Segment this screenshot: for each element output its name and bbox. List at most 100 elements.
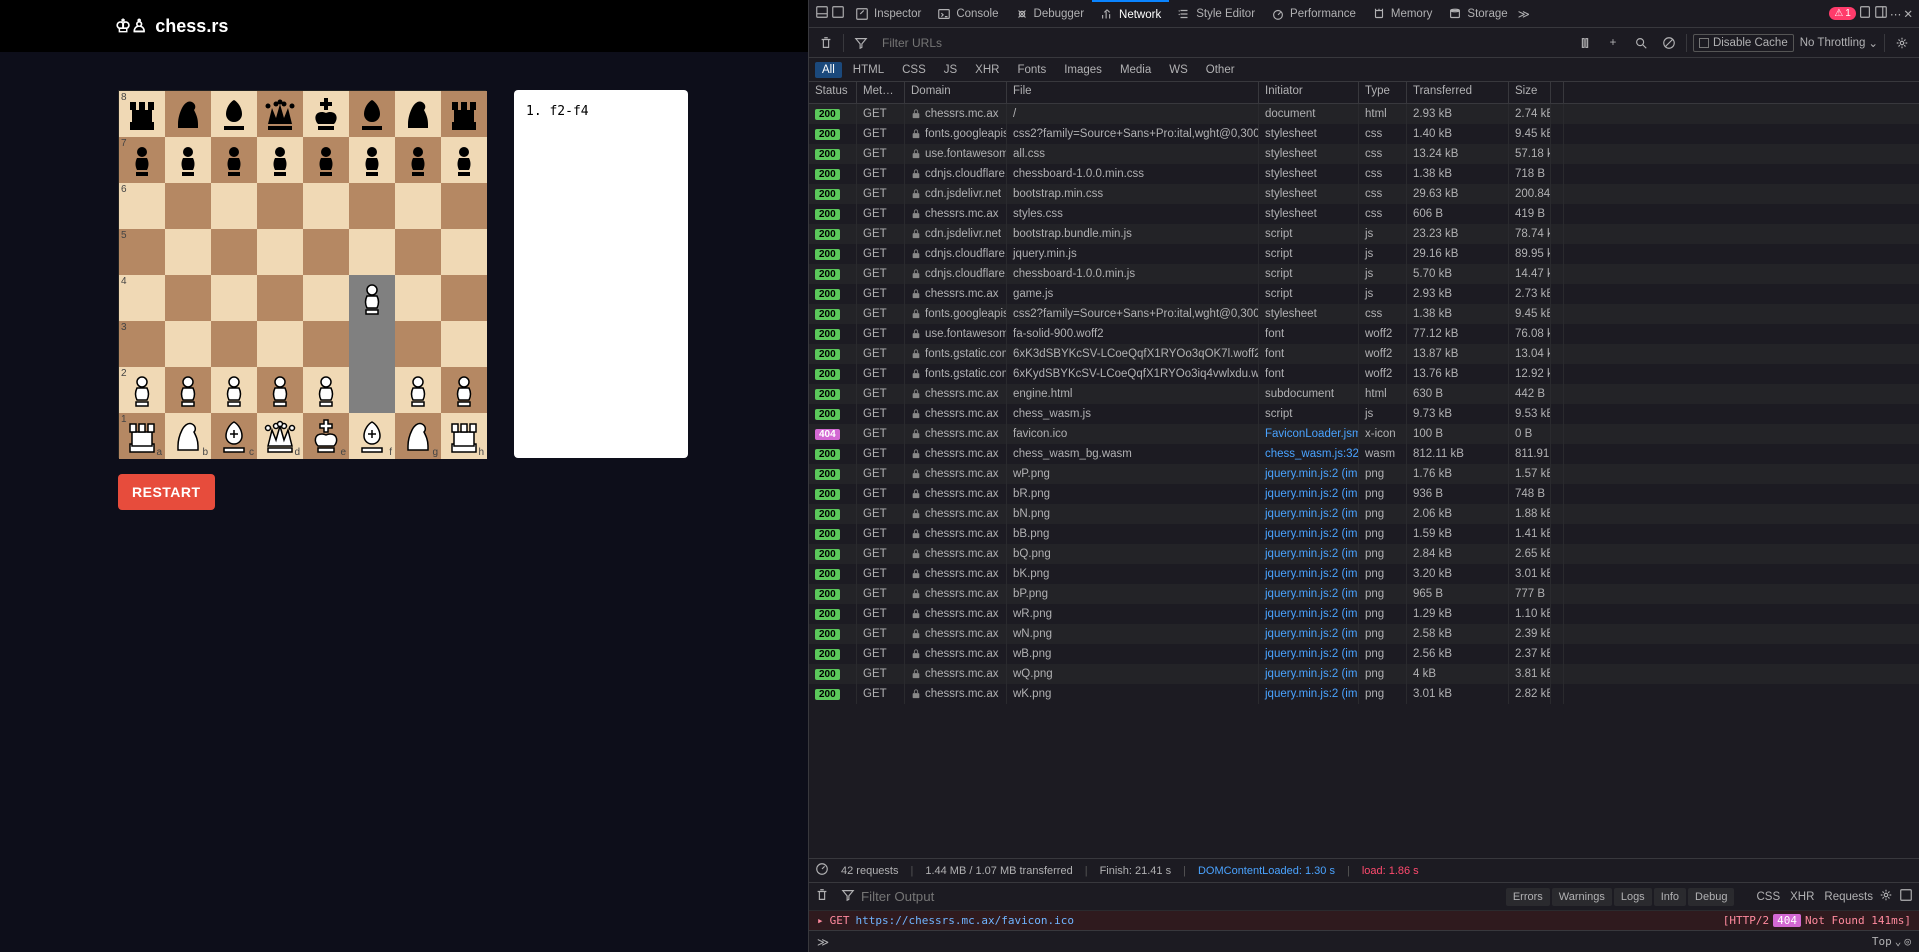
square-d2[interactable] xyxy=(257,367,303,413)
piece-bp[interactable] xyxy=(398,140,438,180)
square-a7[interactable]: 7 xyxy=(119,137,165,183)
piece-wp[interactable] xyxy=(168,370,208,410)
column-header-transferred[interactable]: Transferred xyxy=(1407,82,1509,103)
square-h2[interactable] xyxy=(441,367,487,413)
kebab-icon[interactable]: ⋯ xyxy=(1890,7,1902,21)
request-row[interactable]: 200GETchessrs.mc.axchess_wasm_bg.wasmche… xyxy=(809,444,1919,464)
filter-chip-xhr[interactable]: XHR xyxy=(968,62,1006,78)
square-h3[interactable] xyxy=(441,321,487,367)
piece-wp[interactable] xyxy=(444,370,484,410)
square-a2[interactable]: 2 xyxy=(119,367,165,413)
console-tab-warnings[interactable]: Warnings xyxy=(1552,888,1612,906)
filter-chip-images[interactable]: Images xyxy=(1057,62,1109,78)
square-c2[interactable] xyxy=(211,367,257,413)
piece-bn[interactable] xyxy=(168,94,208,134)
request-row[interactable]: 200GETfonts.gstatic.com6xK3dSBYKcSV-LCoe… xyxy=(809,344,1919,364)
piece-wq[interactable] xyxy=(260,416,300,456)
square-b8[interactable] xyxy=(165,91,211,137)
square-a8[interactable]: 8 xyxy=(119,91,165,137)
piece-bk[interactable] xyxy=(306,94,346,134)
piece-bn[interactable] xyxy=(398,94,438,134)
gear-icon[interactable] xyxy=(1891,32,1913,54)
square-c6[interactable] xyxy=(211,183,257,229)
square-e7[interactable] xyxy=(303,137,349,183)
square-d1[interactable]: d xyxy=(257,413,303,459)
filter-chip-all[interactable]: All xyxy=(815,62,842,78)
piece-bb[interactable] xyxy=(214,94,254,134)
square-f1[interactable]: f xyxy=(349,413,395,459)
square-g6[interactable] xyxy=(395,183,441,229)
square-g8[interactable] xyxy=(395,91,441,137)
piece-bp[interactable] xyxy=(306,140,346,180)
square-e1[interactable]: e xyxy=(303,413,349,459)
request-row[interactable]: 200GETchessrs.mc.axbR.pngjquery.min.js:2… xyxy=(809,484,1919,504)
request-row[interactable]: 200GETchessrs.mc.axbN.pngjquery.min.js:2… xyxy=(809,504,1919,524)
piece-wk[interactable] xyxy=(306,416,346,456)
column-header-waterfall[interactable] xyxy=(1551,82,1564,103)
square-d7[interactable] xyxy=(257,137,303,183)
gear-icon[interactable] xyxy=(1879,888,1893,905)
tab-inspector[interactable]: Inspector xyxy=(847,0,929,27)
request-row[interactable]: 200GETfonts.gstatic.com6xKydSBYKcSV-LCoe… xyxy=(809,364,1919,384)
request-row[interactable]: 200GETcdnjs.cloudflare.c...chessboard-1.… xyxy=(809,164,1919,184)
column-header-size[interactable]: Size xyxy=(1509,82,1551,103)
request-row[interactable]: 200GETchessrs.mc.axwR.pngjquery.min.js:2… xyxy=(809,604,1919,624)
context-selector[interactable]: Top ⌄ ◎ xyxy=(1872,935,1911,948)
disable-cache-checkbox[interactable]: Disable Cache xyxy=(1693,34,1794,52)
piece-bp[interactable] xyxy=(168,140,208,180)
square-c5[interactable] xyxy=(211,229,257,275)
request-row[interactable]: 200GETchessrs.mc.axbB.pngjquery.min.js:2… xyxy=(809,524,1919,544)
square-h8[interactable] xyxy=(441,91,487,137)
square-e3[interactable] xyxy=(303,321,349,367)
filter-chip-ws[interactable]: WS xyxy=(1162,62,1195,78)
square-g7[interactable] xyxy=(395,137,441,183)
request-row[interactable]: 404GETchessrs.mc.axfavicon.icoFaviconLoa… xyxy=(809,424,1919,444)
piece-wn[interactable] xyxy=(168,416,208,456)
piece-br[interactable] xyxy=(122,94,162,134)
filter-chip-html[interactable]: HTML xyxy=(846,62,891,78)
column-header-type[interactable]: Type xyxy=(1359,82,1407,103)
trash-icon[interactable] xyxy=(815,32,837,54)
square-c7[interactable] xyxy=(211,137,257,183)
square-f3[interactable] xyxy=(349,321,395,367)
square-a6[interactable]: 6 xyxy=(119,183,165,229)
square-f7[interactable] xyxy=(349,137,395,183)
square-c4[interactable] xyxy=(211,275,257,321)
request-row[interactable]: 200GETcdnjs.cloudflare.c...chessboard-1.… xyxy=(809,264,1919,284)
filter-output-input[interactable] xyxy=(861,889,1161,904)
trash-icon[interactable] xyxy=(815,888,829,905)
column-header-method[interactable]: Method xyxy=(857,82,905,103)
request-row[interactable]: 200GETchessrs.mc.axwQ.pngjquery.min.js:2… xyxy=(809,664,1919,684)
piece-wb[interactable] xyxy=(214,416,254,456)
square-f5[interactable] xyxy=(349,229,395,275)
request-row[interactable]: 200GETuse.fontawesom...all.cssstylesheet… xyxy=(809,144,1919,164)
request-row[interactable]: 200GETcdn.jsdelivr.netbootstrap.min.csss… xyxy=(809,184,1919,204)
request-row[interactable]: 200GETchessrs.mc.axbQ.pngjquery.min.js:2… xyxy=(809,544,1919,564)
dock-side-icon[interactable] xyxy=(1874,5,1888,22)
square-d8[interactable] xyxy=(257,91,303,137)
chessboard[interactable]: 87654321abcdefgh xyxy=(118,90,486,458)
square-c1[interactable]: c xyxy=(211,413,257,459)
restart-button[interactable]: RESTART xyxy=(118,474,215,510)
piece-br[interactable] xyxy=(444,94,484,134)
tab-debugger[interactable]: Debugger xyxy=(1007,0,1093,27)
request-row[interactable]: 200GETchessrs.mc.axgame.jsscriptjs2.93 k… xyxy=(809,284,1919,304)
block-icon[interactable] xyxy=(1658,32,1680,54)
console-tab-errors[interactable]: Errors xyxy=(1506,888,1550,906)
square-b5[interactable] xyxy=(165,229,211,275)
square-h5[interactable] xyxy=(441,229,487,275)
dock-icon[interactable] xyxy=(815,5,829,22)
square-b4[interactable] xyxy=(165,275,211,321)
square-e2[interactable] xyxy=(303,367,349,413)
square-b7[interactable] xyxy=(165,137,211,183)
console-error-line[interactable]: ▸ GET https://chessrs.mc.ax/favicon.ico … xyxy=(809,910,1919,930)
plus-icon[interactable]: + xyxy=(1602,32,1624,54)
square-g5[interactable] xyxy=(395,229,441,275)
piece-bp[interactable] xyxy=(444,140,484,180)
square-c8[interactable] xyxy=(211,91,257,137)
square-b2[interactable] xyxy=(165,367,211,413)
tab-console[interactable]: Console xyxy=(929,0,1006,27)
request-row[interactable]: 200GETchessrs.mc.axchess_wasm.jsscriptjs… xyxy=(809,404,1919,424)
square-h4[interactable] xyxy=(441,275,487,321)
throttling-select[interactable]: No Throttling ⌄ xyxy=(1800,36,1878,50)
